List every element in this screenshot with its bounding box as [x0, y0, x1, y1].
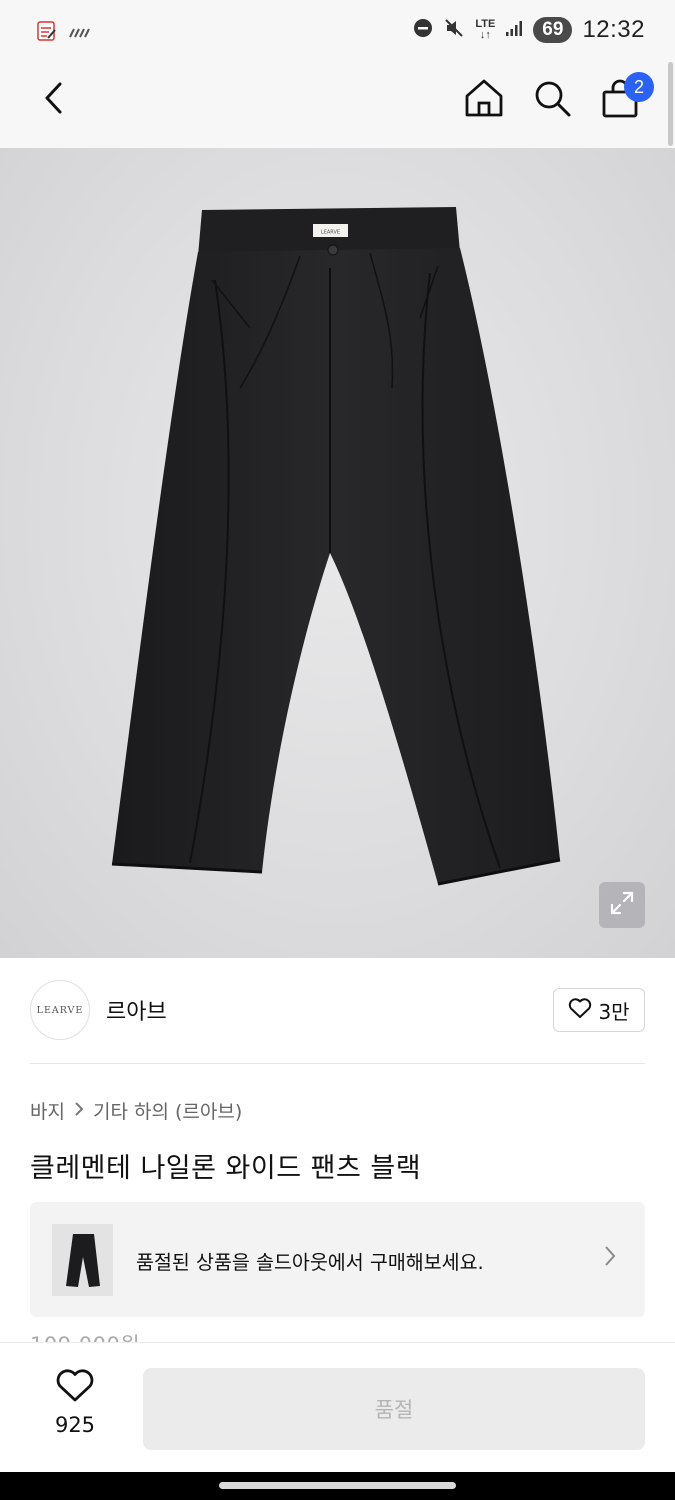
- cell-signal-icon: [505, 19, 523, 41]
- system-navigation-bar: [0, 1472, 675, 1500]
- home-button[interactable]: [462, 78, 506, 122]
- back-button[interactable]: [36, 80, 72, 120]
- notes-app-icon: [36, 20, 58, 46]
- battery-indicator: 69: [533, 17, 573, 43]
- home-gesture-handle[interactable]: [219, 1482, 456, 1489]
- soldout-product-thumbnail: [52, 1224, 113, 1296]
- soldout-banner-text: 품절된 상품을 솔드아웃에서 구매해보세요.: [136, 1251, 484, 1274]
- scrollbar[interactable]: [668, 62, 673, 146]
- product-title: 클레멘테 나일론 와이드 팬츠 블랙: [30, 1153, 422, 1184]
- heart-icon: [568, 997, 592, 1024]
- brand-like-button[interactable]: 3만: [553, 988, 645, 1032]
- network-type-label: LTE: [475, 18, 496, 30]
- search-button[interactable]: [530, 78, 574, 122]
- status-bar: LTE ↓↑ 69 12:32: [0, 0, 675, 62]
- signal-strength-icon: [68, 24, 90, 43]
- breadcrumb-category[interactable]: 바지: [30, 1097, 65, 1124]
- divider: [30, 1063, 645, 1064]
- back-icon: [43, 81, 65, 119]
- product-image[interactable]: LEARVE: [0, 148, 675, 958]
- brand-name[interactable]: 르아브: [106, 994, 167, 1026]
- brand-like-count: 3만: [598, 999, 630, 1024]
- pants-illustration: LEARVE: [111, 207, 561, 886]
- product-like-button[interactable]: 925: [30, 1367, 120, 1457]
- search-icon: [532, 78, 572, 122]
- cart-button[interactable]: 2: [598, 72, 654, 122]
- mute-icon: [443, 17, 465, 43]
- lte-icon: LTE ↓↑: [475, 18, 496, 41]
- clock: 12:32: [582, 16, 645, 43]
- chevron-right-icon: [73, 1100, 85, 1122]
- brand-logo[interactable]: LEARVE: [30, 980, 90, 1040]
- brand-row[interactable]: LEARVE 르아브 3만: [30, 980, 645, 1042]
- breadcrumb-subcategory[interactable]: 기타 하의 (르아브): [93, 1097, 242, 1124]
- heart-icon: [55, 1367, 95, 1407]
- soldout-button[interactable]: 품절: [143, 1368, 645, 1450]
- chevron-right-icon: [603, 1244, 617, 1272]
- app-header: 2: [0, 62, 675, 148]
- breadcrumb: 바지 기타 하의 (르아브): [30, 1097, 242, 1124]
- home-icon: [463, 77, 505, 123]
- inner-label-text: LEARVE: [321, 230, 340, 236]
- expand-image-button[interactable]: [599, 882, 645, 928]
- bottom-action-bar: 925 품절: [0, 1342, 675, 1472]
- dnd-icon: [413, 18, 433, 42]
- product-like-count: 925: [54, 1413, 96, 1437]
- cart-count-badge: 2: [624, 72, 654, 102]
- expand-icon: [609, 890, 635, 920]
- soldout-banner[interactable]: 품절된 상품을 솔드아웃에서 구매해보세요.: [30, 1202, 645, 1317]
